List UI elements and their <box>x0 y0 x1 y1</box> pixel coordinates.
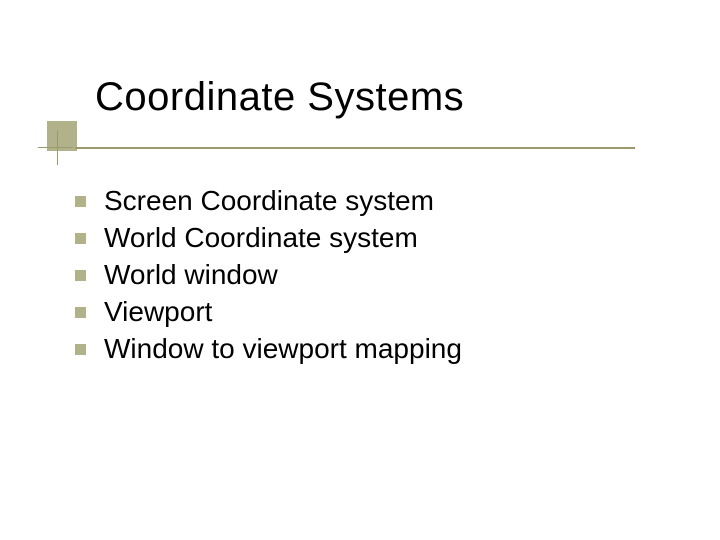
bullet-text: Viewport <box>104 296 212 328</box>
title-underline <box>75 147 635 149</box>
square-bullet-icon <box>75 233 86 244</box>
title-block: Coordinate Systems <box>50 75 464 120</box>
list-item: Window to viewport mapping <box>75 333 462 365</box>
bullet-text: World Coordinate system <box>104 222 418 254</box>
square-bullet-icon <box>75 344 86 355</box>
square-bullet-icon <box>75 196 86 207</box>
bullet-text: World window <box>104 259 278 291</box>
list-item: Screen Coordinate system <box>75 185 462 217</box>
list-item: World Coordinate system <box>75 222 462 254</box>
square-bullet-icon <box>75 307 86 318</box>
list-item: Viewport <box>75 296 462 328</box>
square-bullet-icon <box>75 270 86 281</box>
slide-content: Screen Coordinate system World Coordinat… <box>75 185 462 370</box>
slide-title: Coordinate Systems <box>95 75 464 120</box>
bullet-text: Screen Coordinate system <box>104 185 434 217</box>
title-accent-plus-horizontal <box>38 147 73 148</box>
list-item: World window <box>75 259 462 291</box>
bullet-text: Window to viewport mapping <box>104 333 462 365</box>
